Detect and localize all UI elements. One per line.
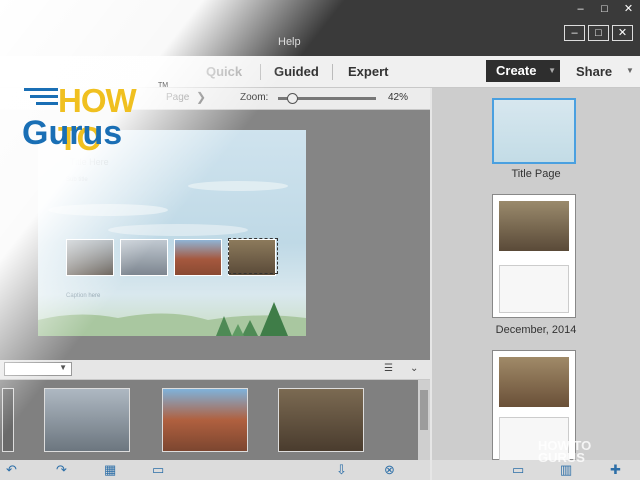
doc-restore-button[interactable]: □ [588,25,609,41]
page-caption: Title Page [511,168,561,180]
bin-scrollbar[interactable] [418,380,430,460]
caption-placeholder[interactable]: Caption here [66,293,100,299]
logo-wing [24,88,58,91]
bin-source-dropdown[interactable]: ▼ [4,362,72,376]
minimize-button[interactable]: – [570,0,591,18]
page-photo [499,201,569,251]
page-thumbnail-december[interactable] [492,194,576,318]
subtitle-placeholder[interactable]: Sub title [66,177,88,183]
photo-bin [0,380,430,460]
logo-wing [30,95,58,98]
photo-book-page[interactable]: Title Here Sub title Caption here [38,130,306,336]
add-icon[interactable]: ✚ [610,462,621,478]
organizer-icon[interactable]: ▭ [152,462,164,478]
title-placeholder[interactable]: Title Here [70,157,109,167]
divider [260,64,261,80]
task-bar: ↶ ↷ ▦ ▭ ⇩ ⊗ [0,460,430,480]
logo-wing [36,102,58,105]
tab-guided[interactable]: Guided [274,64,319,79]
zoom-label: Zoom: [240,92,269,103]
zoom-slider[interactable] [278,93,376,104]
photo-frame[interactable] [120,239,168,276]
close-icon[interactable]: ⊗ [384,462,395,478]
howtogurus-logo: HOW TO TM Gurus [22,82,182,157]
title-bar: Help – □ ✕ – □ ✕ [0,0,640,56]
share-button[interactable]: Share [576,64,612,79]
scrollbar-thumb[interactable] [420,390,428,430]
chevron-down-icon: ▼ [59,363,67,372]
divider [332,64,333,80]
doc-close-button[interactable]: ✕ [612,25,633,41]
selection-box[interactable] [228,238,278,274]
page-photo [499,357,569,407]
next-page-icon[interactable]: ❯ [196,90,206,104]
zoom-slider-handle[interactable] [287,93,298,104]
photo-frame[interactable] [174,239,222,276]
photo-frame[interactable] [66,239,114,276]
page-thumbnail-title[interactable] [492,98,576,164]
chevron-down-icon: ▼ [548,66,556,75]
layout-icon[interactable]: ▦ [104,462,116,478]
doc-minimize-button[interactable]: – [564,25,585,41]
bin-thumbnail[interactable] [162,388,248,452]
bin-thumbnail[interactable] [2,388,14,452]
photo-bin-header: ▼ ☰ ⌄ [0,360,430,380]
help-menu[interactable]: Help [278,36,301,48]
chevron-down-icon[interactable]: ⌄ [410,363,418,374]
zoom-value: 42% [388,92,409,103]
new-page-icon[interactable]: ▭ [512,462,524,478]
create-label: Create [496,63,537,78]
list-options-icon[interactable]: ☰ [384,363,393,374]
page-blank [499,265,569,313]
close-button[interactable]: ✕ [618,0,639,18]
photoshop-elements-window: Help – □ ✕ – □ ✕ Quick Guided Expert Cre… [0,0,640,480]
tab-quick[interactable]: Quick [206,64,242,79]
page-caption: December, 2014 [495,324,577,336]
watermark-small: HOW TO GURUS [538,439,591,465]
logo-text-gurus: Gurus [22,114,123,152]
restore-button[interactable]: □ [594,0,615,18]
save-icon[interactable]: ⇩ [336,462,347,478]
pages-panel: Title Page December, 2014 ▭ ▥ ✚ [432,88,640,480]
tab-expert[interactable]: Expert [348,64,388,79]
redo-icon[interactable]: ↷ [56,462,67,478]
chevron-down-icon[interactable]: ▼ [626,66,634,75]
bin-thumbnail[interactable] [44,388,130,452]
bin-thumbnail[interactable] [278,388,364,452]
create-button[interactable]: Create ▼ [486,60,560,82]
undo-icon[interactable]: ↶ [6,462,17,478]
trademark-mark: TM [158,82,169,89]
pages-panel-toolbar: ▭ ▥ ✚ [432,460,640,480]
watermark-line: GURUS [538,450,585,465]
